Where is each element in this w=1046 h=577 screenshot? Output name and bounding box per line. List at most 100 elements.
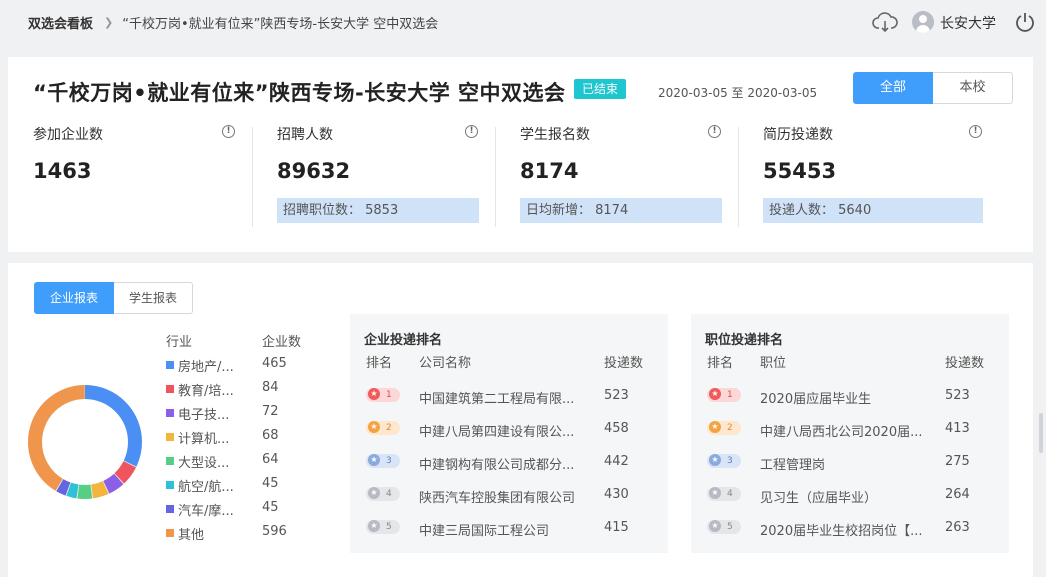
company-rank-header: 排名 公司名称 投递数: [350, 352, 668, 372]
rank-item-name[interactable]: 中建三局国际工程公司: [419, 520, 549, 539]
position-rank-panel: 职位投递排名 排名 职位 投递数 ★ 1 2020届应届毕业生 523 ★ 2 中建八局西北…: [691, 314, 1009, 553]
rank-row[interactable]: ★ 4 见习生（应届毕业） 264: [691, 487, 1009, 509]
industry-donut-chart: [28, 385, 142, 499]
position-rank-title: 职位投递排名: [705, 333, 784, 348]
stat-value: 1463: [33, 159, 92, 183]
legend-item[interactable]: 航空/航... 45: [166, 475, 336, 499]
breadcrumb: 双选会看板 ❯ “千校万岗•就业有位来”陕西专场-长安大学 空中双选会: [28, 13, 438, 32]
stat-value: 55453: [763, 159, 837, 183]
header-rank: 排名: [366, 356, 393, 371]
divider: [495, 127, 496, 227]
report-card: 企业报表 学生报表 行业 企业数 房地产/... 465 教育/培... 84 电子技.…: [8, 263, 1033, 577]
info-icon[interactable]: !: [708, 125, 721, 138]
stat-label: 学生报名数: [520, 127, 590, 143]
top-bar: 双选会看板 ❯ “千校万岗•就业有位来”陕西专场-长安大学 空中双选会 长安大学: [0, 0, 1046, 44]
legend-item[interactable]: 教育/培... 84: [166, 379, 336, 403]
star-icon: ★: [709, 454, 721, 466]
header-company: 公司名称: [419, 356, 472, 371]
star-icon: ★: [709, 520, 721, 532]
legend-item-name: 大型设...: [178, 456, 230, 471]
legend-item-count: 84: [262, 380, 279, 395]
star-icon: ★: [368, 421, 380, 433]
rank-number: 5: [386, 522, 392, 532]
rank-medal-icon: ★ 1: [707, 388, 741, 402]
legend-item-name: 其他: [178, 528, 205, 543]
rank-item-name[interactable]: 陕西汽车控股集团有限公司: [419, 487, 575, 506]
rank-item-name[interactable]: 工程管理岗: [760, 454, 825, 473]
rank-row[interactable]: ★ 5 中建三局国际工程公司 415: [350, 520, 668, 542]
rank-row[interactable]: ★ 3 中建钢构有限公司成都分... 442: [350, 454, 668, 476]
stat-value: 89632: [277, 159, 351, 183]
power-icon[interactable]: [1014, 11, 1036, 33]
scope-own-button[interactable]: 本校: [933, 72, 1013, 104]
scope-all-button[interactable]: 全部: [853, 72, 933, 104]
user-toolbar: 长安大学: [866, 8, 1046, 36]
legend-item[interactable]: 其他 596: [166, 523, 336, 547]
legend-item-name: 计算机...: [178, 432, 230, 447]
legend-item[interactable]: 计算机... 68: [166, 427, 336, 451]
rank-item-name[interactable]: 见习生（应届毕业）: [760, 487, 877, 506]
tab-student-report[interactable]: 学生报表: [114, 282, 194, 314]
legend-header: 行业 企业数: [166, 331, 336, 355]
rank-row[interactable]: ★ 2 中建八局西北公司2020届... 413: [691, 421, 1009, 443]
rank-item-count: 415: [604, 520, 629, 535]
stat-sub: 招聘职位数： 5853: [277, 198, 479, 223]
rank-row[interactable]: ★ 3 工程管理岗 275: [691, 454, 1009, 476]
legend-swatch: [166, 457, 174, 465]
scrollbar-thumb[interactable]: [1039, 413, 1043, 453]
rank-row[interactable]: ★ 5 2020届毕业生校招岗位【... 263: [691, 520, 1009, 542]
rank-item-name[interactable]: 中建八局第四建设有限公...: [419, 421, 574, 440]
breadcrumb-root-link[interactable]: 双选会看板: [28, 13, 93, 32]
stat-label: 参加企业数: [33, 127, 103, 143]
rank-number: 1: [386, 390, 392, 400]
tab-enterprise-report[interactable]: 企业报表: [34, 282, 115, 314]
info-icon[interactable]: !: [465, 125, 478, 138]
user-name[interactable]: 长安大学: [940, 13, 996, 33]
star-icon: ★: [368, 388, 380, 400]
legend-item[interactable]: 大型设... 64: [166, 451, 336, 475]
rank-row[interactable]: ★ 2 中建八局第四建设有限公... 458: [350, 421, 668, 443]
legend-item[interactable]: 汽车/摩... 45: [166, 499, 336, 523]
legend-item[interactable]: 电子技... 72: [166, 403, 336, 427]
rank-medal-icon: ★ 3: [707, 454, 741, 468]
stat-sub: 日均新增： 8174: [520, 198, 722, 223]
rank-item-count: 458: [604, 421, 629, 436]
rank-item-count: 264: [945, 487, 970, 502]
status-badge: 已结束: [574, 79, 626, 99]
avatar[interactable]: [912, 11, 934, 33]
rank-number: 5: [727, 522, 733, 532]
legend-header-count: 企业数: [262, 335, 302, 350]
legend-item-name: 教育/培...: [178, 384, 234, 399]
rank-item-name[interactable]: 2020届应届毕业生: [760, 388, 871, 407]
report-tabs: 企业报表 学生报表: [34, 282, 194, 314]
scrollbar[interactable]: [1036, 263, 1046, 577]
info-icon[interactable]: !: [222, 125, 235, 138]
legend-header-industry: 行业: [166, 335, 193, 350]
rank-row[interactable]: ★ 1 中国建筑第二工程局有限... 523: [350, 388, 668, 410]
stat-sub: 投递人数： 5640: [763, 198, 983, 223]
rank-medal-icon: ★ 5: [707, 520, 741, 534]
rank-item-count: 430: [604, 487, 629, 502]
rank-item-name[interactable]: 中国建筑第二工程局有限...: [419, 388, 574, 407]
cloud-download-icon[interactable]: [872, 11, 898, 33]
rank-medal-icon: ★ 4: [707, 487, 741, 501]
legend-item[interactable]: 房地产/... 465: [166, 355, 336, 379]
legend-item-count: 68: [262, 428, 279, 443]
company-rank-panel: 企业投递排名 排名 公司名称 投递数 ★ 1 中国建筑第二工程局有限... 523 ★ 2…: [350, 314, 668, 553]
rank-number: 4: [386, 489, 392, 499]
rank-row[interactable]: ★ 4 陕西汽车控股集团有限公司 430: [350, 487, 668, 509]
rank-row[interactable]: ★ 1 2020届应届毕业生 523: [691, 388, 1009, 410]
legend-swatch: [166, 433, 174, 441]
stat-value: 8174: [520, 159, 579, 183]
rank-item-name[interactable]: 中建八局西北公司2020届...: [760, 421, 922, 440]
rank-item-name[interactable]: 2020届毕业生校招岗位【...: [760, 520, 922, 539]
rank-item-count: 523: [604, 388, 629, 403]
info-icon[interactable]: !: [969, 125, 982, 138]
rank-item-name[interactable]: 中建钢构有限公司成都分...: [419, 454, 574, 473]
page-title: “千校万岗•就业有位来”陕西专场-长安大学 空中双选会: [33, 81, 566, 105]
header-count: 投递数: [945, 356, 985, 371]
stat-label: 简历投递数: [763, 127, 833, 143]
rank-number: 4: [727, 489, 733, 499]
legend-swatch: [166, 361, 174, 369]
rank-medal-icon: ★ 3: [366, 454, 400, 468]
